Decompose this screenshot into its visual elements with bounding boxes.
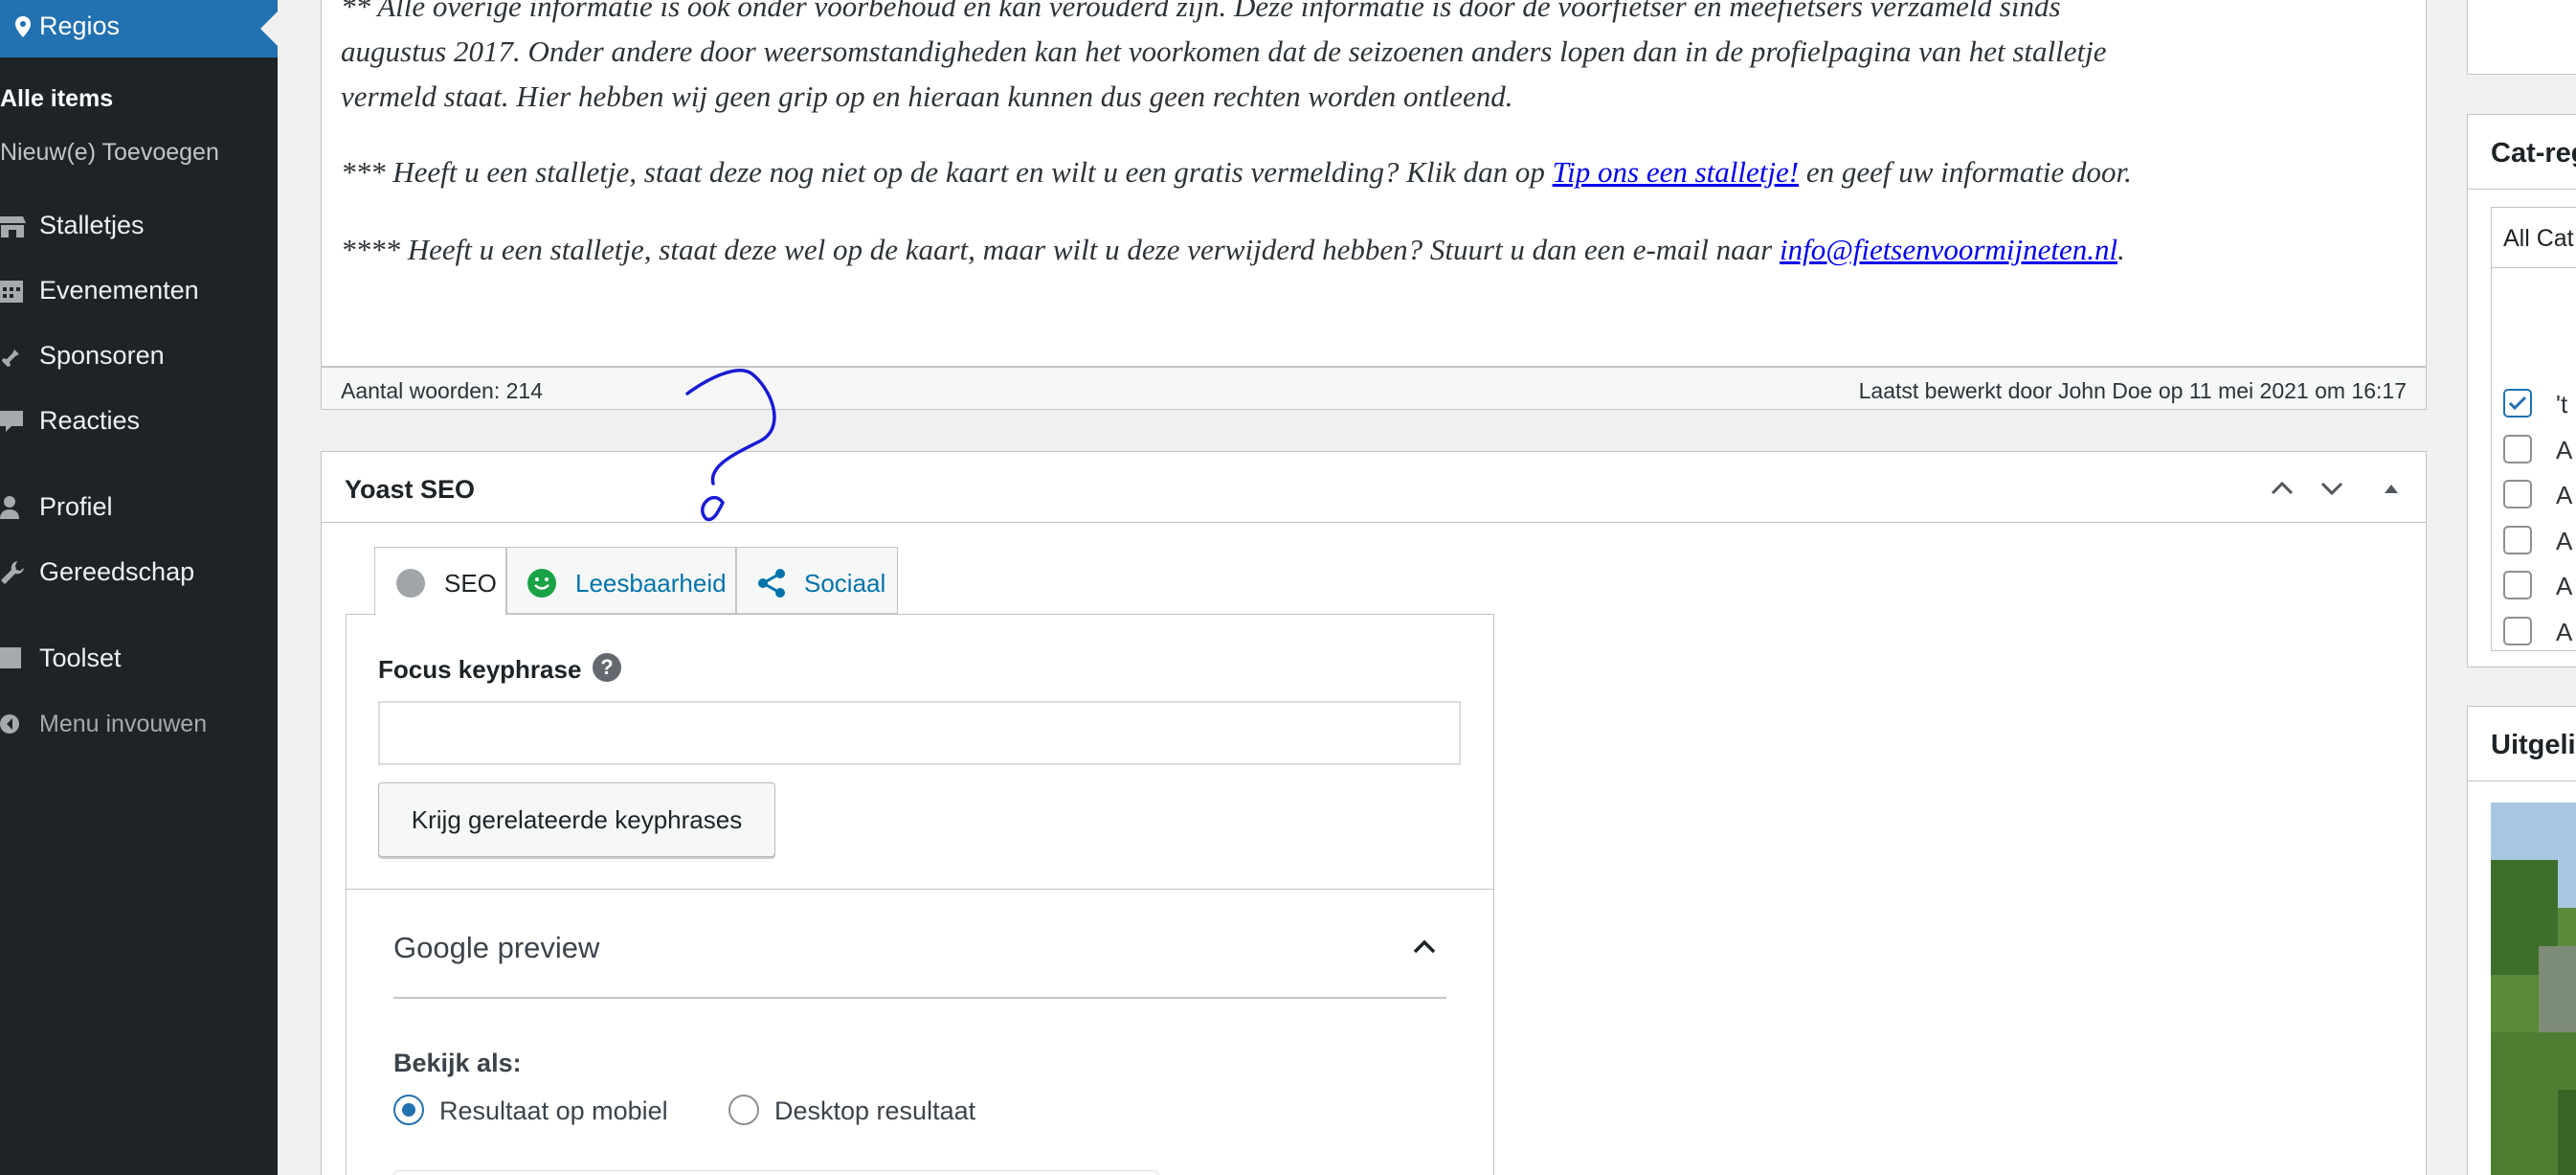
- location-icon: [10, 13, 36, 40]
- chevron-up-icon: [2267, 473, 2297, 504]
- toolset-icon: [0, 644, 27, 671]
- featured-image-box: Uitgelic: [2467, 706, 2576, 1175]
- paragraph-text: .: [2117, 233, 2125, 266]
- post-content-editor[interactable]: ** Alle overige informatie is ook onder …: [321, 0, 2427, 367]
- sidebar-item-label: Stalletjes: [39, 211, 145, 239]
- seo-score-icon: [394, 567, 427, 599]
- paragraph-line: augustus 2017. Onder andere door weersom…: [341, 34, 2107, 68]
- category-label: A: [2556, 435, 2573, 464]
- pin-icon: [0, 343, 27, 370]
- editor-status-bar: Aantal woorden: 214 Laatst bewerkt door …: [321, 367, 2427, 410]
- focus-keyphrase-label: Focus keyphrase: [378, 655, 582, 684]
- google-preview-toggle[interactable]: [1405, 927, 1444, 965]
- checkmark-icon: [2508, 395, 2527, 411]
- category-box-title: Cat-reg: [2491, 138, 2576, 169]
- metabox-header: Yoast SEO: [322, 452, 2426, 523]
- smiley-icon: [526, 567, 558, 599]
- related-keyphrases-button[interactable]: Krijg gerelateerde keyphrases: [378, 782, 775, 857]
- sidebar-item-label: Reacties: [39, 406, 141, 435]
- section-divider: [347, 889, 1493, 890]
- share-icon: [755, 567, 788, 599]
- calendar-icon: [0, 278, 27, 305]
- move-up-button[interactable]: [2267, 473, 2297, 504]
- category-checkbox[interactable]: [2503, 434, 2532, 463]
- paragraph-line: ** Alle overige informatie is ook onder …: [341, 0, 2061, 23]
- sidebar-item-label: Profiel: [39, 492, 113, 521]
- box-divider: [2468, 189, 2576, 190]
- submenu-all-items[interactable]: Alle items: [0, 85, 113, 113]
- category-checkbox[interactable]: [2503, 616, 2532, 645]
- paragraph-disclaimer: ** Alle overige informatie is ook onder …: [341, 0, 2408, 119]
- radio-mobile[interactable]: [393, 1095, 424, 1125]
- wrench-icon: [0, 559, 27, 586]
- sidebar-active-label: Regios: [39, 11, 121, 40]
- chevron-down-icon: [2317, 473, 2347, 504]
- radio-desktop-label[interactable]: Desktop resultaat: [774, 1096, 975, 1126]
- collapse-icon: [0, 711, 27, 737]
- toggle-panel-button[interactable]: [2376, 473, 2407, 504]
- user-icon: [0, 494, 27, 521]
- tab-sociaal[interactable]: Sociaal: [736, 547, 898, 614]
- category-checkbox[interactable]: [2503, 480, 2532, 508]
- featured-image-title: Uitgelic: [2491, 730, 2576, 760]
- category-checkbox[interactable]: [2503, 525, 2532, 554]
- chevron-up-icon: [1405, 927, 1444, 965]
- question-mark-scribble: [685, 369, 776, 522]
- google-preview-title: Google preview: [393, 931, 600, 964]
- google-preview-divider: [393, 997, 1446, 999]
- sidebar-item-label: Toolset: [39, 644, 122, 672]
- active-indicator: [260, 11, 278, 46]
- yoast-seo-metabox: Yoast SEO SEO Leesbaarheid Sociaal Focus…: [321, 451, 2427, 1175]
- sidebar-item-label: Sponsoren: [39, 341, 165, 370]
- tab-label: SEO: [444, 569, 497, 598]
- help-icon[interactable]: ?: [593, 653, 621, 682]
- tip-link[interactable]: Tip ons een stalletje!: [1553, 155, 1799, 189]
- category-label: 't: [2556, 390, 2568, 418]
- radio-mobile-label[interactable]: Resultaat op mobiel: [439, 1096, 668, 1126]
- last-edited: Laatst bewerkt door John Doe op 11 mei 2…: [1858, 378, 2407, 403]
- paragraph-line: vermeld staat. Hier hebben wij geen grip…: [341, 79, 1513, 113]
- focus-keyphrase-input[interactable]: [378, 701, 1461, 765]
- store-icon: [0, 213, 27, 239]
- featured-image[interactable]: [2491, 802, 2576, 1175]
- sidebar-item-label: Evenementen: [39, 276, 199, 305]
- tab-leesbaarheid[interactable]: Leesbaarheid: [506, 547, 736, 614]
- category-list: 't AAAAAAA: [2491, 268, 2576, 651]
- metabox-title: Yoast SEO: [345, 475, 476, 504]
- paragraph-text: *** Heeft u een stalletje, staat deze no…: [341, 155, 1553, 189]
- collapse-label: Menu invouwen: [39, 711, 208, 737]
- box-divider: [2468, 780, 2576, 781]
- paragraph-text: **** Heeft u een stalletje, staat deze w…: [341, 233, 1780, 266]
- tab-seo[interactable]: SEO: [374, 547, 506, 616]
- view-as-label: Bekijk als:: [393, 1049, 522, 1077]
- email-link[interactable]: info@fietsenvoormijneten.nl: [1780, 233, 2117, 266]
- tab-all-categories[interactable]: All Cat: [2491, 207, 2576, 268]
- tab-label: Sociaal: [804, 569, 886, 598]
- google-preview-card: [393, 1170, 1159, 1175]
- sidebar-item-regios[interactable]: Regios: [0, 0, 278, 57]
- radio-desktop[interactable]: [728, 1095, 759, 1125]
- category-label: A: [2556, 617, 2573, 646]
- move-down-button[interactable]: [2317, 473, 2347, 504]
- category-label: A: [2556, 481, 2573, 509]
- seo-tab-panel: Focus keyphrase ? Krijg gerelateerde key…: [346, 614, 1494, 1175]
- paragraph-text: en geef uw informatie door.: [1799, 155, 2132, 189]
- comment-icon: [0, 408, 27, 435]
- top-right-box: [2467, 0, 2576, 75]
- triangle-up-icon: [2376, 473, 2407, 504]
- category-label: A: [2556, 572, 2573, 600]
- paragraph-tip: *** Heeft u een stalletje, staat deze no…: [341, 149, 2408, 194]
- category-checkbox[interactable]: [2503, 389, 2532, 418]
- sidebar-item-label: Gereedschap: [39, 557, 195, 586]
- word-count: Aantal woorden: 214: [341, 378, 543, 403]
- admin-sidebar: Regios Alle items Nieuw(e) Toevoegen Sta…: [0, 0, 278, 1175]
- tab-label: Leesbaarheid: [575, 569, 727, 598]
- category-box: Cat-reg All Cat 't AAAAAAA: [2467, 114, 2576, 667]
- category-label: A: [2556, 526, 2573, 555]
- paragraph-remove: **** Heeft u een stalletje, staat deze w…: [341, 227, 2408, 272]
- submenu-add-new[interactable]: Nieuw(e) Toevoegen: [0, 139, 219, 167]
- category-checkbox[interactable]: [2503, 571, 2532, 599]
